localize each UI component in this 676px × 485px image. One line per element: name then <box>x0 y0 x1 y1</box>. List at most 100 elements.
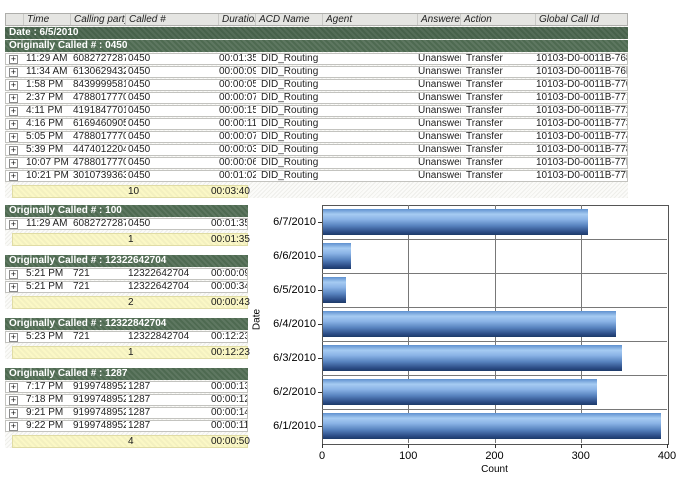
cell-called: 12322642704 <box>126 269 211 279</box>
cell-calling-party: 8439999581 <box>71 80 126 90</box>
cell-duration: 00:00:03 <box>219 145 256 155</box>
x-axis-tick <box>495 444 496 448</box>
cell-duration: 00:00:09 <box>211 269 248 279</box>
group-summary-row: 1000:03:40 <box>12 185 248 198</box>
cell-duration: 00:00:07 <box>219 93 256 103</box>
grid-line-horizontal <box>322 375 667 376</box>
expand-cell <box>6 220 24 229</box>
column-header-global-call-id: Global Call Id <box>536 14 627 25</box>
cell-called: 0450 <box>126 171 219 181</box>
expand-icon[interactable] <box>9 283 18 292</box>
cell-duration: 00:00:06 <box>219 158 256 168</box>
expand-icon[interactable] <box>9 220 18 229</box>
expand-icon[interactable] <box>9 172 18 181</box>
bar <box>323 243 351 269</box>
cell-answered: Unanswered <box>418 158 461 168</box>
table-row: 4:16 PM6169460905045000:00:11DID_Routing… <box>5 118 628 130</box>
expand-icon[interactable] <box>9 146 18 155</box>
cell-called: 0450 <box>126 158 219 168</box>
cell-answered: Unanswered <box>418 145 461 155</box>
expand-icon[interactable] <box>9 396 18 405</box>
cell-calling-party: 721 <box>71 269 126 279</box>
table-row: 7:18 PM9199748952128700:00:12 <box>5 394 248 406</box>
x-axis-tick <box>322 444 323 448</box>
expand-icon[interactable] <box>9 81 18 90</box>
cell-answered: Unanswered <box>418 119 461 129</box>
y-tick-label: 6/5/2010 <box>252 284 316 296</box>
y-axis-tick <box>318 290 322 291</box>
cell-duration: 00:00:09 <box>219 67 256 77</box>
bar <box>323 413 661 439</box>
expand-cell <box>6 120 24 129</box>
cell-called: 1287 <box>126 421 211 431</box>
cell-answered: Unanswered <box>418 106 461 116</box>
grid-line-horizontal <box>322 239 667 240</box>
cell-time: 10:21 PM <box>24 171 71 181</box>
cell-global-call-id: 10103-D0-0011B-771 <box>536 93 627 103</box>
expand-cell <box>6 133 24 142</box>
x-tick-label: 400 <box>647 450 676 462</box>
cell-acd-name: DID_Routing <box>256 145 323 155</box>
expand-icon[interactable] <box>9 120 18 129</box>
cell-action: Transfer <box>461 106 536 116</box>
expand-icon[interactable] <box>9 55 18 64</box>
group-summary-row: 100:12:23 <box>12 346 248 359</box>
expand-icon[interactable] <box>9 159 18 168</box>
cell-time: 9:22 PM <box>24 421 71 431</box>
summary-duration: 00:03:40 <box>211 187 253 197</box>
expand-cell <box>6 409 24 418</box>
expand-icon[interactable] <box>9 409 18 418</box>
call-group: Originally Called # : 12877:17 PM9199748… <box>5 368 248 448</box>
expand-icon[interactable] <box>9 422 18 431</box>
x-axis-tick <box>408 444 409 448</box>
expand-cell <box>6 159 24 168</box>
x-axis-tick <box>667 444 668 448</box>
expand-icon[interactable] <box>9 68 18 77</box>
cell-duration: 00:00:05 <box>219 80 256 90</box>
expand-cell <box>6 68 24 77</box>
y-axis-tick <box>318 426 322 427</box>
cell-calling-party: 721 <box>71 282 126 292</box>
column-header-action: Action <box>461 14 536 25</box>
expand-icon[interactable] <box>9 94 18 103</box>
cell-answered: Unanswered <box>418 54 461 64</box>
table-row: 11:29 AM6082727287045000:01:35 <box>5 218 248 230</box>
cell-time: 11:29 AM <box>24 219 71 229</box>
group-summary-row: 100:01:35 <box>12 233 248 246</box>
cell-global-call-id: 10103-D0-0011B-778 <box>536 145 627 155</box>
cell-calling-party: 9199748952 <box>71 421 126 431</box>
cell-calling-party: 3010739363 <box>71 171 126 181</box>
y-axis-tick <box>318 392 322 393</box>
cell-answered: Unanswered <box>418 93 461 103</box>
cell-calling-party: 6169460905 <box>71 119 126 129</box>
expand-icon[interactable] <box>9 383 18 392</box>
cell-action: Transfer <box>461 145 536 155</box>
cell-time: 2:37 PM <box>24 93 71 103</box>
expand-icon[interactable] <box>9 107 18 116</box>
cell-global-call-id: 10103-D0-0011B-77F <box>536 171 627 181</box>
cell-calling-party: 4191847701 <box>71 106 126 116</box>
cell-called: 0450 <box>126 106 219 116</box>
cell-called: 12322842704 <box>126 332 211 342</box>
cell-time: 11:34 AM <box>24 67 71 77</box>
y-tick-label: 6/6/2010 <box>252 250 316 262</box>
summary-count: 4 <box>126 437 211 447</box>
table-row: 5:21 PM7211232264270400:00:34 <box>5 281 248 293</box>
cell-acd-name: DID_Routing <box>256 80 323 90</box>
cell-duration: 00:00:11 <box>211 421 248 431</box>
expand-cell <box>6 270 24 279</box>
expand-icon[interactable] <box>9 133 18 142</box>
y-tick-label: 6/3/2010 <box>252 352 316 364</box>
grid-line-horizontal <box>322 307 667 308</box>
expand-icon[interactable] <box>9 270 18 279</box>
table-row: 2:37 PM4788017770045000:00:07DID_Routing… <box>5 92 628 104</box>
cell-calling-party: 6082727287 <box>71 219 126 229</box>
cell-global-call-id: 10103-D0-0011B-773 <box>536 119 627 129</box>
expand-icon[interactable] <box>9 333 18 342</box>
cell-called: 0450 <box>126 80 219 90</box>
group-header: Originally Called # : 100 <box>5 205 248 217</box>
cell-duration: 00:12:23 <box>211 332 248 342</box>
cell-duration: 00:00:11 <box>219 119 256 129</box>
cell-time: 4:11 PM <box>24 106 71 116</box>
cell-action: Transfer <box>461 93 536 103</box>
